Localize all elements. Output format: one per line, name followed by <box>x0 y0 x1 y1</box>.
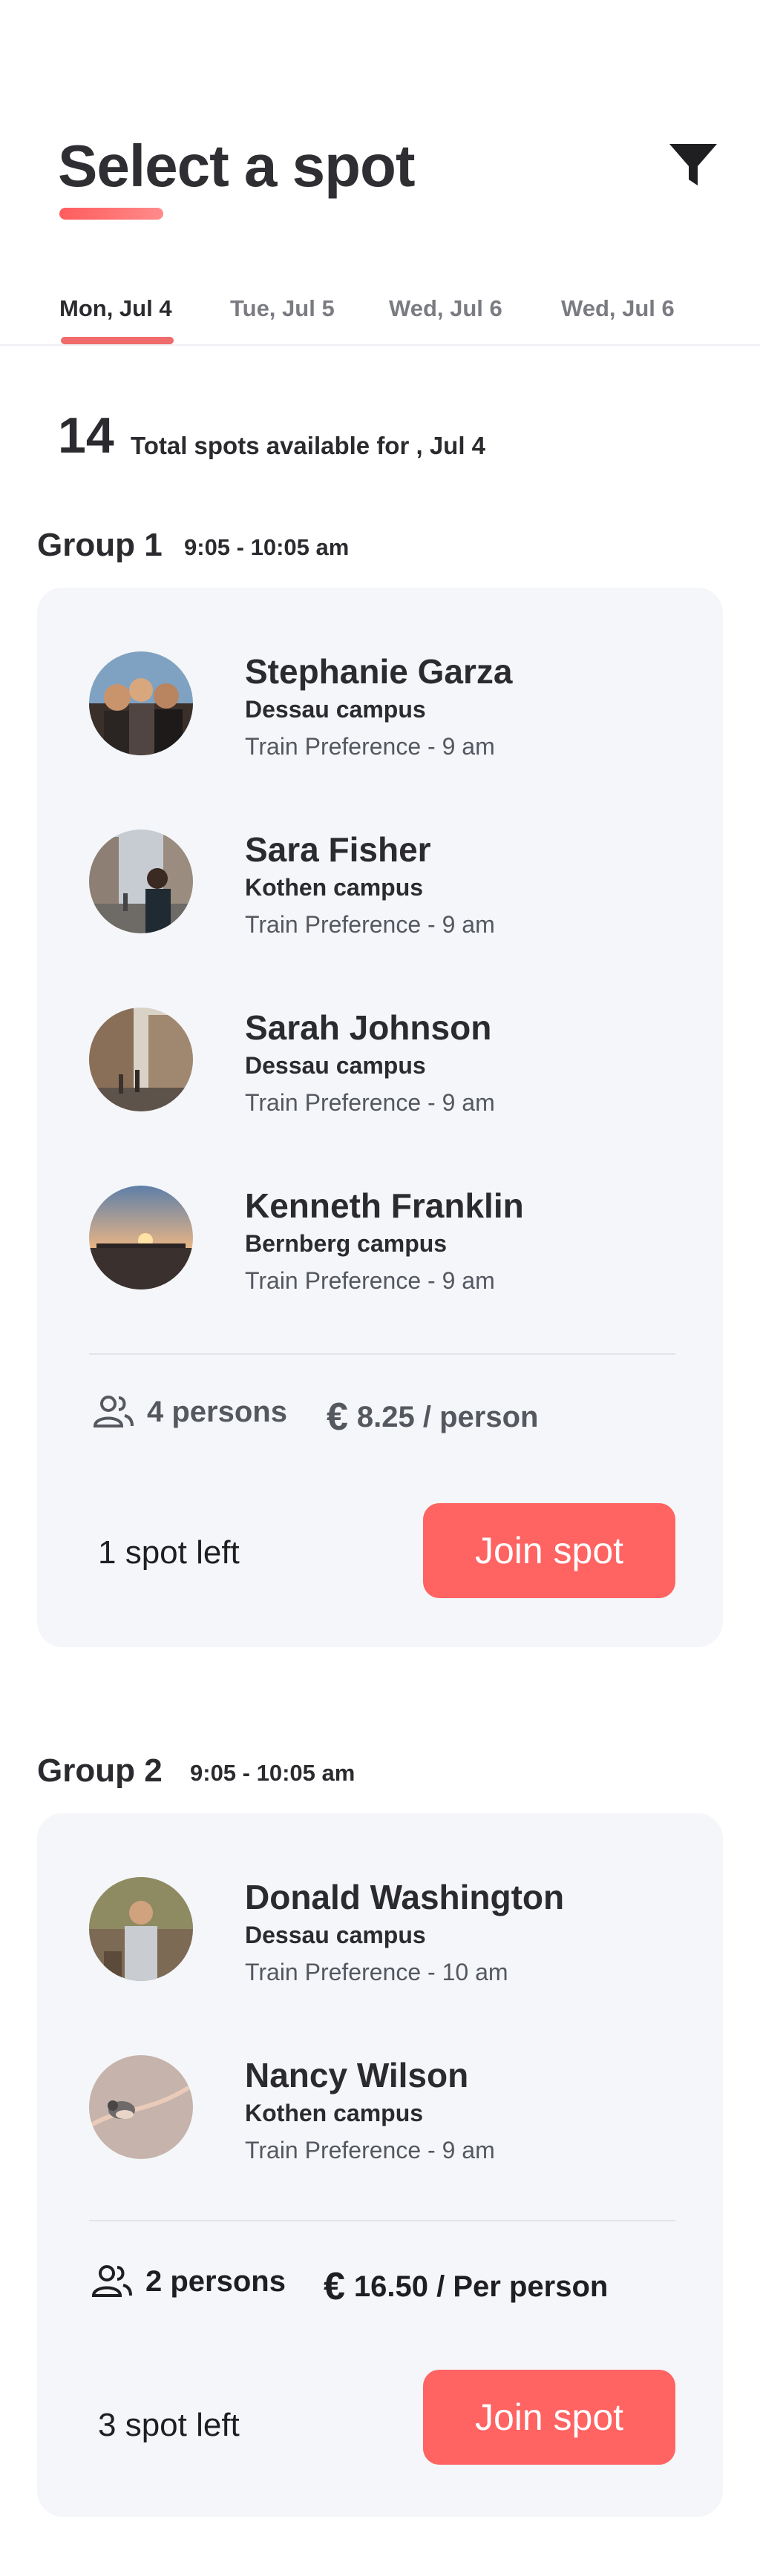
price-per-person: € 8.25 / person <box>327 1395 538 1439</box>
card-divider <box>89 1353 675 1355</box>
member-name: Sarah Johnson <box>245 1008 492 1047</box>
tab-tue-jul-5[interactable]: Tue, Jul 5 <box>230 295 335 322</box>
avatar <box>89 1008 193 1111</box>
join-spot-button[interactable]: Join spot <box>423 2370 675 2465</box>
group-1-card: Stephanie Garza Dessau campus Train Pref… <box>37 588 723 1647</box>
people-icon <box>91 2265 132 2297</box>
euro-icon: € <box>327 1396 348 1439</box>
avatar <box>89 2055 193 2159</box>
select-spot-page: Select a spot Mon, Jul 4 Tue, Jul 5 Wed,… <box>0 0 760 2576</box>
price-per-person: € 16.50 / Per person <box>324 2264 608 2309</box>
member-campus: Dessau campus <box>245 1922 426 1948</box>
group-1-title: Group 1 <box>37 527 163 563</box>
member-nancy-wilson[interactable]: Nancy Wilson Kothen campus Train Prefere… <box>37 2052 723 2201</box>
tab-mon-jul-4[interactable]: Mon, Jul 4 <box>59 295 172 322</box>
title-underline <box>59 208 163 220</box>
total-spots-count: 14 <box>58 407 114 464</box>
total-spots-label: Total spots available for , Jul 4 <box>131 432 486 459</box>
member-stephanie-garza[interactable]: Stephanie Garza Dessau campus Train Pref… <box>37 648 723 797</box>
persons-count: 2 persons <box>91 2264 286 2299</box>
filter-funnel-icon[interactable] <box>668 142 718 187</box>
avatar <box>89 651 193 755</box>
member-donald-washington[interactable]: Donald Washington Dessau campus Train Pr… <box>37 1874 723 2023</box>
date-tabs: Mon, Jul 4 Tue, Jul 5 Wed, Jul 6 Wed, Ju… <box>0 289 760 346</box>
avatar <box>89 1877 193 1981</box>
persons-label: 4 persons <box>147 1395 287 1428</box>
active-tab-indicator <box>61 337 174 344</box>
member-train-preference: Train Preference - 9 am <box>245 2137 495 2163</box>
tab-wed-jul-6-second[interactable]: Wed, Jul 6 <box>561 295 675 322</box>
persons-count: 4 persons <box>92 1395 287 1429</box>
group-2-card: Donald Washington Dessau campus Train Pr… <box>37 1813 723 2517</box>
member-campus: Kothen campus <box>245 874 424 901</box>
tab-wed-jul-6[interactable]: Wed, Jul 6 <box>389 295 502 322</box>
group-2-title: Group 2 <box>37 1752 163 1789</box>
member-campus: Dessau campus <box>245 1052 426 1079</box>
card-divider <box>89 2220 675 2221</box>
member-campus: Dessau campus <box>245 696 426 723</box>
member-name: Sara Fisher <box>245 830 431 869</box>
price-label: 16.50 / Per person <box>353 2270 609 2303</box>
group-1-time: 9:05 - 10:05 am <box>184 534 350 560</box>
member-name: Nancy Wilson <box>245 2056 469 2094</box>
join-spot-button[interactable]: Join spot <box>423 1503 675 1598</box>
avatar <box>89 829 193 933</box>
price-label: 8.25 / person <box>356 1400 539 1433</box>
member-train-preference: Train Preference - 9 am <box>245 1267 495 1294</box>
people-icon <box>93 1396 134 1427</box>
member-sarah-johnson[interactable]: Sarah Johnson Dessau campus Train Prefer… <box>37 1005 723 1153</box>
member-name: Kenneth Franklin <box>245 1186 524 1225</box>
avatar <box>89 1186 193 1289</box>
member-campus: Bernberg campus <box>245 1230 448 1257</box>
member-kenneth-franklin[interactable]: Kenneth Franklin Bernberg campus Train P… <box>37 1183 723 1331</box>
persons-label: 2 persons <box>145 2264 286 2298</box>
spots-left: 1 spot left <box>98 1534 240 1571</box>
spots-left: 3 spot left <box>98 2407 240 2443</box>
member-train-preference: Train Preference - 9 am <box>245 1089 495 1116</box>
member-train-preference: Train Preference - 10 am <box>245 1959 508 1985</box>
group-2-time: 9:05 - 10:05 am <box>190 1760 356 1786</box>
member-sara-fisher[interactable]: Sara Fisher Kothen campus Train Preferen… <box>37 827 723 975</box>
member-name: Stephanie Garza <box>245 652 513 691</box>
euro-icon: € <box>324 2265 345 2308</box>
member-name: Donald Washington <box>245 1878 565 1916</box>
member-campus: Kothen campus <box>245 2100 424 2126</box>
member-train-preference: Train Preference - 9 am <box>245 911 495 938</box>
member-train-preference: Train Preference - 9 am <box>245 733 495 760</box>
page-title: Select a spot <box>58 133 416 199</box>
